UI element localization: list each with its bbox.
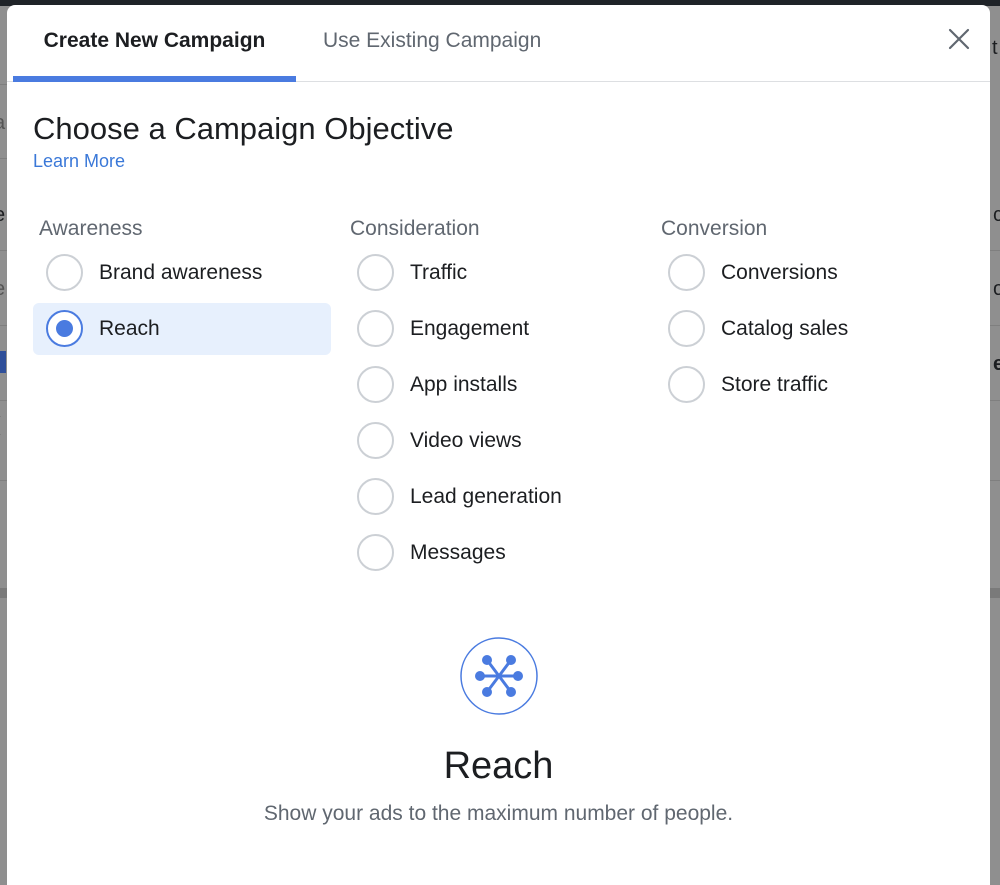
option-label: Catalog sales <box>721 317 849 340</box>
close-icon <box>948 28 970 50</box>
close-button[interactable] <box>947 27 971 51</box>
objective-option-video-views[interactable]: Video views <box>344 415 642 467</box>
create-campaign-modal: Create New Campaign Use Existing Campaig… <box>7 5 990 885</box>
background-text-fragment: e <box>0 279 5 299</box>
page-title: Choose a Campaign Objective <box>33 111 454 146</box>
background-divider <box>990 325 1000 326</box>
background-text-fragment: o <box>993 278 1000 300</box>
objective-column-consideration: Consideration Traffic Engagement App ins… <box>344 217 642 583</box>
modal-tabs: Create New Campaign Use Existing Campaig… <box>7 5 990 82</box>
radio-button[interactable] <box>668 366 705 403</box>
objective-option-traffic[interactable]: Traffic <box>344 247 642 299</box>
column-heading: Conversion <box>661 217 768 240</box>
objective-option-lead-generation[interactable]: Lead generation <box>344 471 642 523</box>
background-text-fragment: t <box>992 37 998 59</box>
objective-option-brand-awareness[interactable]: Brand awareness <box>33 247 331 299</box>
learn-more-link[interactable]: Learn More <box>33 151 125 172</box>
option-label: Store traffic <box>721 373 828 396</box>
tab-use-existing-campaign[interactable]: Use Existing Campaign <box>323 5 541 81</box>
column-heading: Consideration <box>350 217 480 240</box>
background-divider <box>0 480 7 481</box>
objective-option-messages[interactable]: Messages <box>344 527 642 579</box>
background-divider <box>0 325 7 326</box>
radio-button[interactable] <box>357 422 394 459</box>
option-label: Conversions <box>721 261 838 284</box>
background-divider <box>990 480 1000 481</box>
radio-button[interactable] <box>357 366 394 403</box>
objective-option-store-traffic[interactable]: Store traffic <box>655 359 953 411</box>
background-divider <box>990 400 1000 401</box>
background-accent-bar <box>0 351 6 373</box>
radio-button[interactable] <box>357 310 394 347</box>
objective-option-engagement[interactable]: Engagement <box>344 303 642 355</box>
radio-button[interactable] <box>357 534 394 571</box>
option-label: Brand awareness <box>99 261 263 284</box>
background-text-fragment: c <box>993 204 1000 226</box>
objective-option-app-installs[interactable]: App installs <box>344 359 642 411</box>
objective-option-conversions[interactable]: Conversions <box>655 247 953 299</box>
background-divider <box>0 400 7 401</box>
column-heading: Awareness <box>39 217 143 240</box>
option-label: Messages <box>410 541 506 564</box>
background-strip <box>990 588 1000 598</box>
background-divider <box>0 250 7 251</box>
reach-network-icon <box>460 637 538 715</box>
background-text-fragment: a <box>0 113 5 133</box>
radio-button-selected[interactable] <box>46 310 83 347</box>
objective-option-catalog-sales[interactable]: Catalog sales <box>655 303 953 355</box>
background-strip <box>0 588 7 598</box>
option-label: App installs <box>410 373 518 396</box>
option-label: Engagement <box>410 317 530 340</box>
tab-create-new-campaign[interactable]: Create New Campaign <box>13 5 296 82</box>
objective-detail-description: Show your ads to the maximum number of p… <box>263 802 734 825</box>
background-divider <box>0 84 7 85</box>
option-label: Video views <box>410 429 522 452</box>
option-label: Lead generation <box>410 485 562 508</box>
objective-detail-title: Reach <box>443 745 554 787</box>
background-text-fragment: e <box>0 205 5 225</box>
option-label: Traffic <box>410 261 468 284</box>
background-text-fragment: e <box>993 353 1000 375</box>
radio-button[interactable] <box>46 254 83 291</box>
radio-button[interactable] <box>357 478 394 515</box>
radio-button[interactable] <box>668 254 705 291</box>
background-text-fragment: ( <box>0 415 1 435</box>
radio-button[interactable] <box>357 254 394 291</box>
radio-button[interactable] <box>668 310 705 347</box>
option-label: Reach <box>99 317 160 340</box>
objective-column-conversion: Conversion Conversions Catalog sales Sto… <box>655 217 953 415</box>
background-divider <box>990 250 1000 251</box>
background-divider <box>0 158 7 159</box>
objective-option-reach[interactable]: Reach <box>33 303 331 355</box>
objective-column-awareness: Awareness Brand awareness Reach <box>33 217 331 359</box>
